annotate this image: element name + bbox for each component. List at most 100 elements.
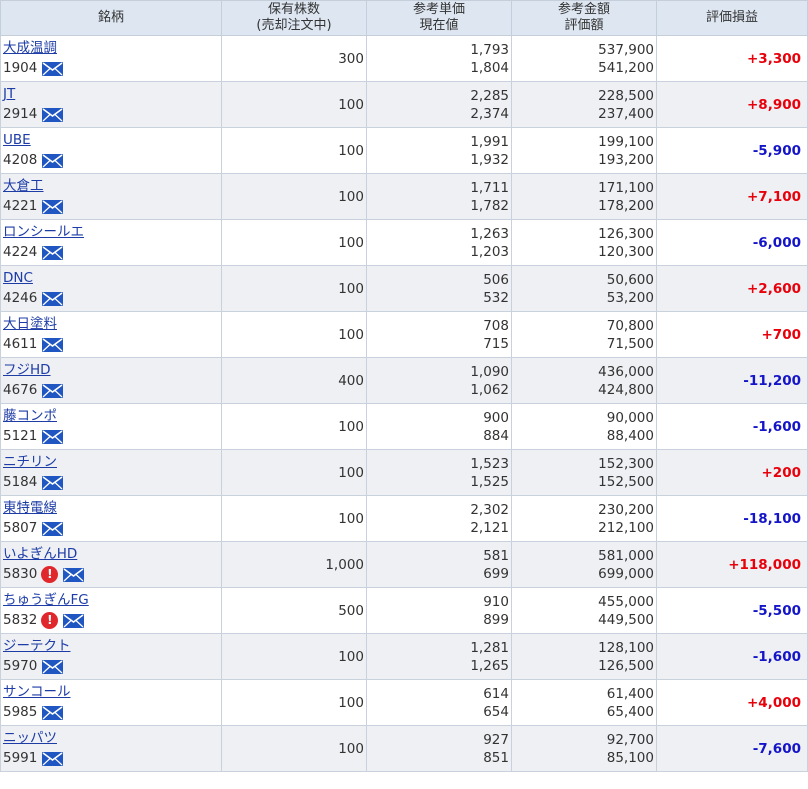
ref-amount: 90,000 [606, 409, 654, 426]
mail-icon[interactable] [42, 107, 64, 122]
mail-icon[interactable] [42, 521, 64, 536]
mail-icon[interactable] [42, 245, 64, 260]
stock-cell: フジHD 4676 [0, 357, 222, 404]
mail-icon[interactable] [42, 475, 64, 490]
ref-price: 1,991 [470, 133, 509, 150]
shares-value: 100 [338, 740, 364, 757]
mail-icon[interactable] [42, 429, 64, 444]
stock-code: 5807 [3, 520, 38, 536]
amount-cell: 436,000 424,800 [511, 357, 657, 404]
header-shares-line2: (売却注文中) [256, 18, 332, 33]
stock-name-link[interactable]: 大倉工 [3, 177, 219, 196]
ref-price: 506 [483, 271, 509, 288]
mail-icon[interactable] [42, 291, 64, 306]
amount-cell: 70,800 71,500 [511, 311, 657, 358]
mail-icon[interactable] [42, 199, 64, 214]
price-cell: 1,281 1,265 [366, 633, 512, 680]
table-row: サンコール 5985 100 614 654 61,400 65,400 +4,… [0, 679, 808, 726]
current-amount: 699,000 [598, 565, 654, 582]
amount-cell: 537,900 541,200 [511, 35, 657, 82]
stock-cell: ジーテクト 5970 [0, 633, 222, 680]
stock-code: 4224 [3, 244, 38, 260]
stock-name-link[interactable]: いよぎんHD [3, 545, 219, 564]
mail-icon[interactable] [42, 61, 64, 76]
current-amount: 541,200 [598, 59, 654, 76]
profit-loss-cell: -18,100 [656, 495, 808, 542]
ref-amount: 92,700 [606, 731, 654, 748]
shares-cell: 100 [221, 679, 367, 726]
stock-name-link[interactable]: DNC [3, 269, 219, 288]
shares-value: 100 [338, 694, 364, 711]
profit-loss-cell: +3,300 [656, 35, 808, 82]
ref-amount: 199,100 [598, 133, 654, 150]
profit-loss-cell: +8,900 [656, 81, 808, 128]
mail-icon[interactable] [42, 153, 64, 168]
stock-name-link[interactable]: フジHD [3, 361, 219, 380]
table-row: いよぎんHD 5830 ! 1,000 581 699 581,000 699,… [0, 541, 808, 588]
amount-cell: 171,100 178,200 [511, 173, 657, 220]
stock-name-link[interactable]: 藤コンポ [3, 407, 219, 426]
header-price-line2: 現在値 [419, 18, 459, 33]
shares-cell: 300 [221, 35, 367, 82]
ref-amount: 126,300 [598, 225, 654, 242]
ref-amount: 455,000 [598, 593, 654, 610]
stock-name-link[interactable]: 東特電線 [3, 499, 219, 518]
profit-loss-value: -5,500 [752, 602, 801, 619]
stock-name-link[interactable]: JT [3, 85, 219, 104]
profit-loss-cell: +2,600 [656, 265, 808, 312]
shares-cell: 100 [221, 173, 367, 220]
profit-loss-cell: -7,600 [656, 725, 808, 772]
stock-name-link[interactable]: 大日塗料 [3, 315, 219, 334]
alert-icon[interactable]: ! [41, 612, 59, 629]
stock-name-link[interactable]: UBE [3, 131, 219, 150]
ref-price: 1,793 [470, 41, 509, 58]
alert-icon[interactable]: ! [41, 566, 59, 583]
stock-name-link[interactable]: ロンシールエ [3, 223, 219, 242]
stock-code-line: 4224 [3, 243, 219, 262]
mail-icon[interactable] [42, 337, 64, 352]
shares-value: 100 [338, 510, 364, 527]
stock-name-link[interactable]: 大成温調 [3, 39, 219, 58]
shares-value: 100 [338, 280, 364, 297]
stock-code: 5991 [3, 750, 38, 766]
stock-code: 2914 [3, 106, 38, 122]
amount-cell: 230,200 212,100 [511, 495, 657, 542]
mail-icon[interactable] [42, 751, 64, 766]
stock-code: 4246 [3, 290, 38, 306]
table-row: 藤コンポ 5121 100 900 884 90,000 88,400 -1,6… [0, 403, 808, 450]
shares-value: 100 [338, 188, 364, 205]
header-profit-loss: 評価損益 [656, 0, 808, 36]
mail-icon[interactable] [42, 659, 64, 674]
amount-cell: 199,100 193,200 [511, 127, 657, 174]
mail-icon[interactable] [63, 567, 85, 582]
shares-value: 100 [338, 464, 364, 481]
amount-cell: 581,000 699,000 [511, 541, 657, 588]
ref-amount: 171,100 [598, 179, 654, 196]
current-amount: 193,200 [598, 151, 654, 168]
ref-price: 2,302 [470, 501, 509, 518]
shares-cell: 1,000 [221, 541, 367, 588]
amount-cell: 61,400 65,400 [511, 679, 657, 726]
shares-cell: 400 [221, 357, 367, 404]
current-price: 851 [483, 749, 509, 766]
profit-loss-value: -18,100 [743, 510, 801, 527]
stock-code-line: 5121 [3, 427, 219, 446]
stock-name-link[interactable]: ニッパツ [3, 729, 219, 748]
stock-name-link[interactable]: ちゅうぎんFG [3, 591, 219, 610]
mail-icon[interactable] [42, 705, 64, 720]
stock-code-line: 5985 [3, 703, 219, 722]
mail-icon[interactable] [42, 383, 64, 398]
ref-price: 708 [483, 317, 509, 334]
current-price: 1,203 [470, 243, 509, 260]
mail-icon[interactable] [63, 613, 85, 628]
stock-code-line: 4611 [3, 335, 219, 354]
header-amount: 参考金額 評価額 [511, 0, 657, 36]
stock-name-link[interactable]: ニチリン [3, 453, 219, 472]
shares-cell: 100 [221, 311, 367, 358]
stock-name-link[interactable]: サンコール [3, 683, 219, 702]
stock-code-line: 4246 [3, 289, 219, 308]
profit-loss-value: -11,200 [743, 372, 801, 389]
ref-amount: 61,400 [606, 685, 654, 702]
stock-name-link[interactable]: ジーテクト [3, 637, 219, 656]
ref-price: 910 [483, 593, 509, 610]
